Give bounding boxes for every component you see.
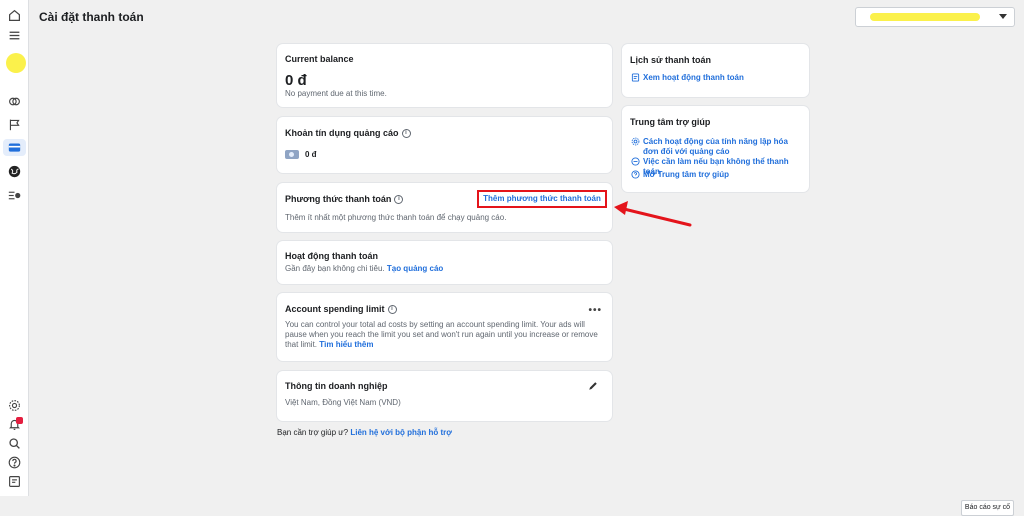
stack-icon[interactable] [6,93,23,110]
payment-activity-card: Hoạt động thanh toán Gần đây bạn không c… [277,241,612,284]
help-center-card: Trung tâm trợ giúp Cách hoạt động của tí… [622,106,809,192]
help-link-billing[interactable]: Cách hoạt động của tính năng lập hóa đơn… [630,137,802,157]
contact-support-link[interactable]: Liên hệ với bộ phận hỗ trợ [350,428,452,437]
business-info-card: Thông tin doanh nghiệp Việt Nam, Đồng Vi… [277,371,612,421]
menu-icon[interactable] [6,27,23,44]
question-circle-icon [630,170,640,182]
info-icon[interactable]: i [394,195,404,205]
document-icon [630,73,640,85]
spending-limit-description: You can control your total ad costs by s… [285,320,605,350]
balance-card: Current balance 0 đ No payment due at th… [277,44,612,107]
account-name [870,13,980,21]
balance-amount: 0 đ [285,72,307,89]
payment-activity-title: Hoạt động thanh toán [285,251,378,261]
chevron-down-icon [999,14,1007,19]
gear-icon[interactable] [6,397,23,414]
spending-limit-title: Account spending limit i [285,304,397,315]
home-icon[interactable] [6,7,23,24]
balance-note: No payment due at this time. [285,89,387,98]
flag-icon[interactable] [6,116,23,133]
help-link-text: Mở Trung tâm trợ giúp [643,170,730,179]
view-payment-activity-text: Xem hoạt động thanh toán [643,73,744,82]
create-ad-link[interactable]: Tạo quảng cáo [387,264,443,273]
payment-method-title: Phương thức thanh toán i [285,194,404,205]
spending-limit-title-text: Account spending limit [285,304,385,314]
annotation-arrow [614,201,692,227]
ad-credit-card: Khoản tín dụng quảng cáo i 0 đ [277,117,612,173]
view-payment-activity-link[interactable]: Xem hoạt động thanh toán [630,73,744,85]
support-line: Bạn cần trợ giúp ư? Liên hệ với bộ phận … [277,428,452,437]
notification-badge [16,417,23,424]
help-link-text: Cách hoạt động của tính năng lập hóa đơn… [643,137,788,156]
credit-icon [285,150,299,159]
card-icon[interactable] [6,139,23,156]
payment-method-note: Thêm ít nhất một phương thức thanh toán … [285,213,507,222]
payment-activity-note: Gần đây bạn không chi tiêu. Tạo quảng cá… [285,264,443,274]
help-icon[interactable] [6,454,23,471]
report-icon[interactable] [6,473,23,490]
search-icon[interactable] [6,435,23,452]
help-center-title: Trung tâm trợ giúp [630,117,711,127]
learn-more-link[interactable]: Tìm hiểu thêm [319,340,373,349]
payment-method-card: Phương thức thanh toán i Thêm phương thức… [277,183,612,232]
left-sidebar [0,0,29,496]
payment-history-card: Lịch sử thanh toán Xem hoạt động thanh t… [622,44,809,97]
report-problem-button[interactable]: Báo cáo sự cố [961,500,1014,516]
payment-activity-text: Gần đây bạn không chi tiêu. [285,264,385,273]
add-payment-method-button[interactable]: Thêm phương thức thanh toán [477,190,607,208]
page-title: Cài đặt thanh toán [39,10,144,24]
account-selector[interactable] [855,7,1015,27]
avatar[interactable] [6,53,26,73]
payment-history-title: Lịch sử thanh toán [630,55,712,65]
list-gear-icon[interactable] [6,187,23,204]
more-options-icon[interactable]: ••• [588,305,602,316]
payment-method-title-text: Phương thức thanh toán [285,194,392,204]
business-info-value: Việt Nam, Đồng Việt Nam (VND) [285,398,401,407]
ad-credit-title: Khoản tín dụng quảng cáo i [285,128,411,139]
business-info-title: Thông tin doanh nghiệp [285,381,388,391]
ad-credit-value: 0 đ [305,150,317,159]
ad-credit-title-text: Khoản tín dụng quảng cáo [285,128,399,138]
info-icon[interactable]: i [387,305,397,315]
pencil-icon[interactable] [587,380,599,392]
info-icon[interactable]: i [401,129,411,139]
gear-icon [630,137,640,157]
balance-title: Current balance [285,54,354,64]
help-link-open-center[interactable]: Mở Trung tâm trợ giúp [630,170,802,182]
support-question: Bạn cần trợ giúp ư? [277,428,349,437]
globe-icon[interactable] [6,163,23,180]
spending-limit-card: Account spending limit i ••• You can cont… [277,293,612,361]
